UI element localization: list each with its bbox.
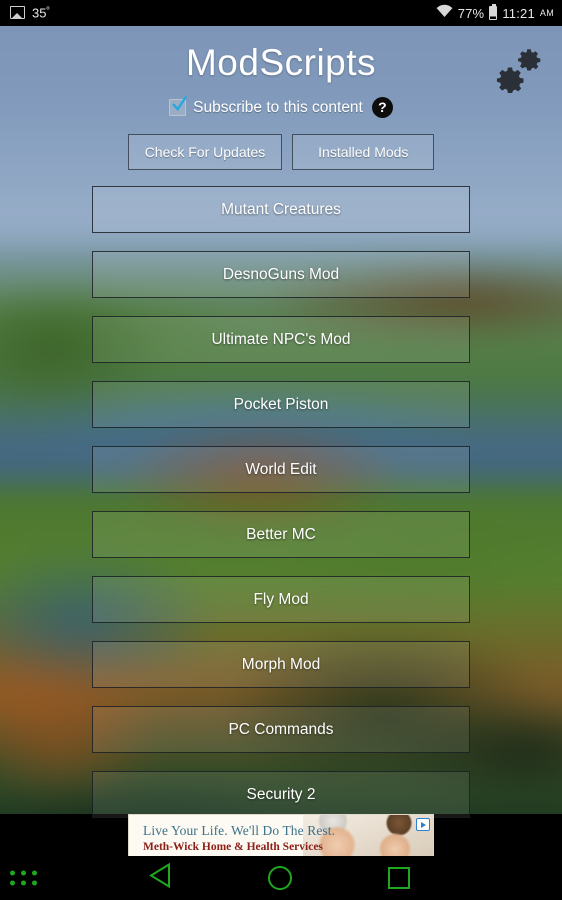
ad-banner[interactable]: Live Your Life. We'll Do The Rest. Meth-…: [128, 814, 434, 858]
mod-list-item[interactable]: Ultimate NPC's Mod: [92, 316, 470, 363]
battery-icon: [489, 3, 498, 20]
mod-list-item[interactable]: Better MC: [92, 511, 470, 558]
photo-icon: [10, 6, 25, 20]
temperature-indicator: 35º: [32, 5, 50, 21]
wifi-icon: [436, 4, 453, 22]
status-bar: 35º 77% 11:21 AM: [0, 0, 562, 26]
check-for-updates-button[interactable]: Check For Updates: [127, 134, 283, 170]
navigation-bar: [0, 856, 562, 900]
subscribe-row: Subscribe to this content ?: [0, 96, 562, 118]
mod-list: Mutant Creatures DesnoGuns Mod Ultimate NP…: [92, 186, 470, 836]
adchoices-icon[interactable]: [416, 818, 430, 831]
subscribe-label: Subscribe to this content: [193, 98, 363, 116]
header-button-row: Check For Updates Installed Mods: [0, 134, 562, 170]
checkmark-icon: [172, 96, 188, 112]
back-triangle-icon[interactable]: [148, 862, 172, 894]
page-title: ModScripts: [185, 42, 377, 83]
mod-list-item[interactable]: Security 2: [92, 771, 470, 818]
ad-headline: Live Your Life. We'll Do The Rest.: [143, 823, 336, 838]
mod-list-item[interactable]: DesnoGuns Mod: [92, 251, 470, 298]
app-screen: 35º 77% 11:21 AM ModScripts Subscribe to…: [0, 0, 562, 900]
app-grid-icon[interactable]: [10, 870, 37, 886]
clock-time: 11:21: [502, 5, 535, 21]
main-content: ModScripts Subscribe to this content ? C…: [0, 26, 562, 818]
clock-meridiem: AM: [539, 8, 554, 18]
mod-list-item[interactable]: World Edit: [92, 446, 470, 493]
battery-percent-label: 77%: [457, 5, 485, 21]
mod-list-item[interactable]: Fly Mod: [92, 576, 470, 623]
mod-list-item[interactable]: Mutant Creatures: [92, 186, 470, 233]
mod-list-item[interactable]: PC Commands: [92, 706, 470, 753]
mod-list-item[interactable]: Pocket Piston: [92, 381, 470, 428]
ad-advertiser: Meth-Wick Home & Health Services: [143, 841, 323, 853]
home-circle-icon[interactable]: [268, 866, 292, 890]
subscribe-checkbox[interactable]: [169, 96, 188, 116]
recents-square-icon[interactable]: [388, 867, 410, 889]
mod-list-item[interactable]: Morph Mod: [92, 641, 470, 688]
installed-mods-button[interactable]: Installed Mods: [292, 134, 435, 170]
help-icon[interactable]: ?: [371, 97, 393, 118]
